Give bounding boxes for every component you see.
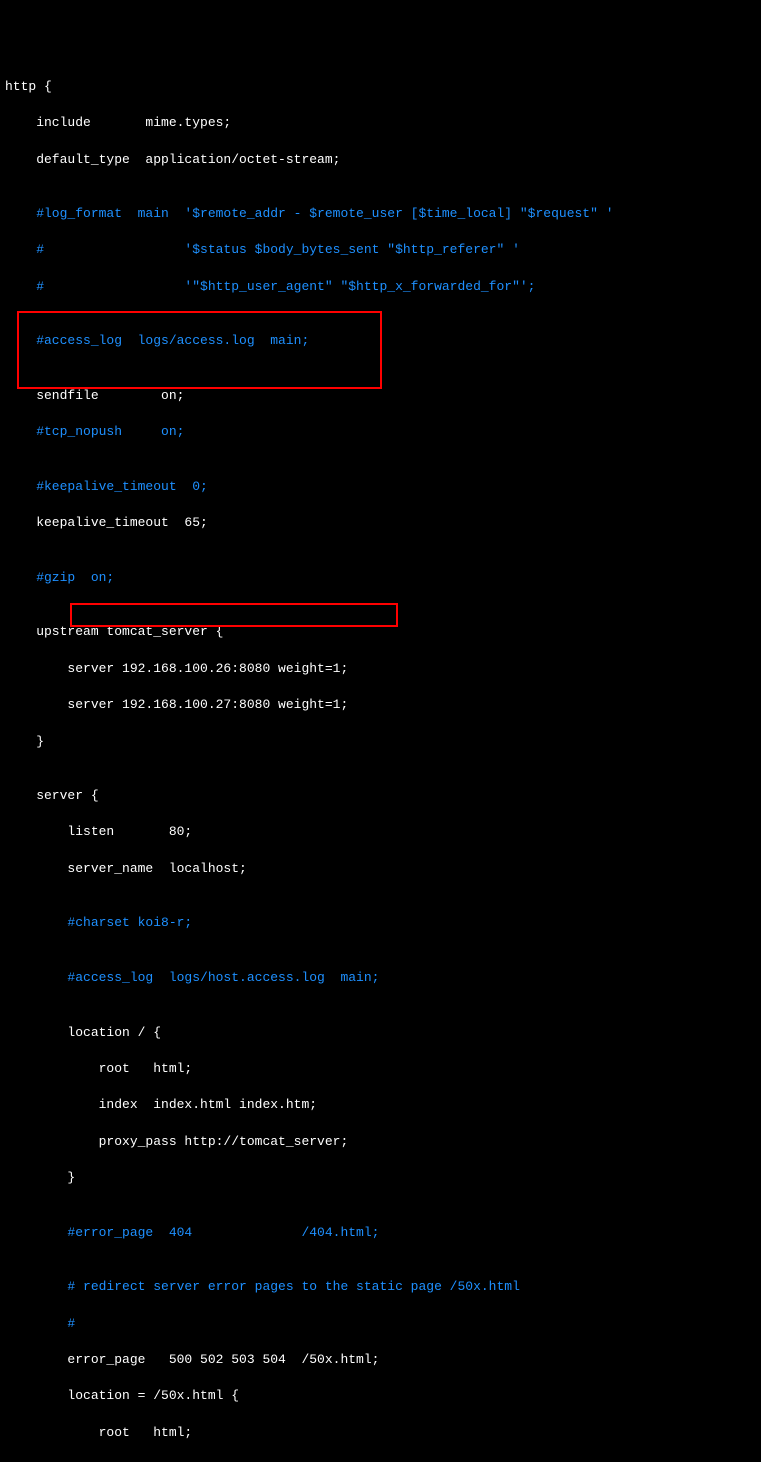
code-comment: # redirect server error pages to the sta… (5, 1278, 756, 1296)
code-comment: #access_log logs/access.log main; (5, 332, 756, 350)
code-line: } (5, 1460, 756, 1462)
code-line: location / { (5, 1024, 756, 1042)
code-comment: #keepalive_timeout 0; (5, 478, 756, 496)
code-line: server { (5, 787, 756, 805)
code-line: include mime.types; (5, 114, 756, 132)
code-comment: #charset koi8-r; (5, 914, 756, 932)
code-line: listen 80; (5, 823, 756, 841)
code-comment: #tcp_nopush on; (5, 423, 756, 441)
code-line-highlighted: upstream tomcat_server { (5, 623, 756, 641)
code-comment: #error_page 404 /404.html; (5, 1224, 756, 1242)
code-line: http { (5, 78, 756, 96)
code-comment: #gzip on; (5, 569, 756, 587)
code-line: error_page 500 502 503 504 /50x.html; (5, 1351, 756, 1369)
code-line-highlighted: proxy_pass http://tomcat_server; (5, 1133, 756, 1151)
code-line-highlighted: server 192.168.100.26:8080 weight=1; (5, 660, 756, 678)
code-line: location = /50x.html { (5, 1387, 756, 1405)
code-comment: # '"$http_user_agent" "$http_x_forwarded… (5, 278, 756, 296)
code-line: root html; (5, 1060, 756, 1078)
code-comment: # '$status $body_bytes_sent "$http_refer… (5, 241, 756, 259)
code-line-highlighted: } (5, 733, 756, 751)
code-comment: #log_format main '$remote_addr - $remote… (5, 205, 756, 223)
code-line: keepalive_timeout 65; (5, 514, 756, 532)
code-line: } (5, 1169, 756, 1187)
code-line: sendfile on; (5, 387, 756, 405)
code-line: root html; (5, 1424, 756, 1442)
code-line: index index.html index.htm; (5, 1096, 756, 1114)
code-comment: # (5, 1315, 756, 1333)
code-line-highlighted: server 192.168.100.27:8080 weight=1; (5, 696, 756, 714)
code-comment: #access_log logs/host.access.log main; (5, 969, 756, 987)
code-line: server_name localhost; (5, 860, 756, 878)
code-line: default_type application/octet-stream; (5, 151, 756, 169)
